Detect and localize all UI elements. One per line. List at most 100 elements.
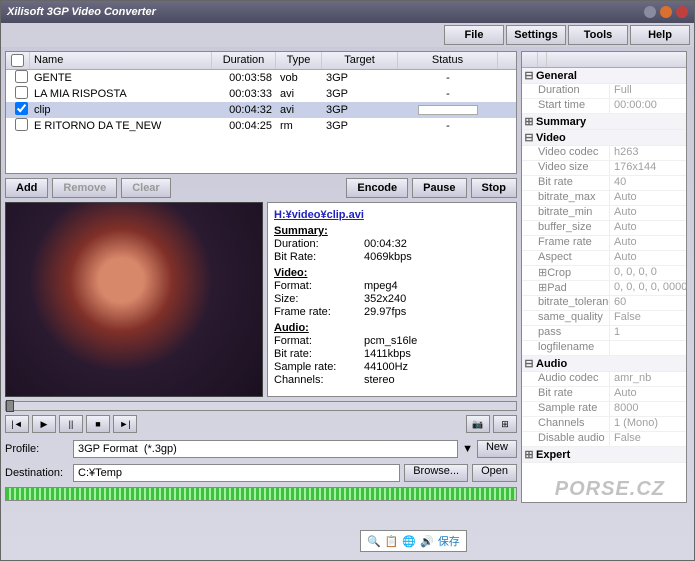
prop-row[interactable]: Bit rateAuto <box>522 387 686 402</box>
stop-media-button[interactable]: ■ <box>86 415 110 433</box>
prop-row[interactable]: bitrate_tolerance60 <box>522 296 686 311</box>
minimize-icon[interactable] <box>644 6 656 18</box>
cell-type: avi <box>276 103 322 117</box>
cell-duration: 00:03:33 <box>212 87 276 101</box>
file-list[interactable]: Name Duration Type Target Status GENTE 0… <box>5 51 517 174</box>
row-checkbox[interactable] <box>15 118 28 131</box>
next-button[interactable]: ►| <box>113 415 137 433</box>
prop-row[interactable]: logfilename <box>522 341 686 356</box>
menu-settings[interactable]: Settings <box>506 25 566 45</box>
prop-row[interactable]: ⊞Pad0, 0, 0, 0, 000000 <box>522 281 686 296</box>
row-checkbox[interactable] <box>15 86 28 99</box>
table-row[interactable]: GENTE 00:03:58 vob 3GP - <box>6 70 516 86</box>
toggle-icon[interactable]: ⊟ <box>522 69 536 82</box>
cell-type: vob <box>276 71 322 85</box>
cell-name: clip <box>30 103 212 117</box>
prop-group[interactable]: ⊞Expert <box>522 447 686 463</box>
encode-button[interactable]: Encode <box>346 178 408 198</box>
prop-group[interactable]: ⊞Summary <box>522 114 686 130</box>
prop-row[interactable]: Frame rateAuto <box>522 236 686 251</box>
menu-help[interactable]: Help <box>630 25 690 45</box>
cell-target: 3GP <box>322 119 398 133</box>
col-type[interactable]: Type <box>276 52 322 69</box>
prop-group[interactable]: ⊟Audio <box>522 356 686 372</box>
new-profile-button[interactable]: New <box>477 440 517 458</box>
seek-thumb[interactable] <box>6 400 14 412</box>
prop-row[interactable]: Start time00:00:00 <box>522 99 686 114</box>
info-video-label: Video: <box>274 267 510 279</box>
prop-row[interactable]: ⊞Crop0, 0, 0, 0 <box>522 266 686 281</box>
pause-button[interactable]: Pause <box>412 178 466 198</box>
cell-name: GENTE <box>30 71 212 85</box>
prop-group[interactable]: ⊟General <box>522 68 686 84</box>
col-target[interactable]: Target <box>322 52 398 69</box>
table-row[interactable]: LA MIA RISPOSTA 00:03:33 avi 3GP - <box>6 86 516 102</box>
toggle-icon[interactable]: ⊟ <box>522 131 536 144</box>
cell-duration: 00:04:25 <box>212 119 276 133</box>
prop-row[interactable]: pass1 <box>522 326 686 341</box>
col-duration[interactable]: Duration <box>212 52 276 69</box>
close-icon[interactable] <box>676 6 688 18</box>
titlebar[interactable]: Xilisoft 3GP Video Converter <box>1 1 694 23</box>
table-row[interactable]: clip 00:04:32 avi 3GP 70% <box>6 102 516 118</box>
toggle-icon[interactable]: ⊞ <box>522 115 536 128</box>
seek-bar[interactable] <box>5 401 517 411</box>
prop-row[interactable]: Audio codecamr_nb <box>522 372 686 387</box>
maximize-icon[interactable] <box>660 6 672 18</box>
menu-tools[interactable]: Tools <box>568 25 628 45</box>
prop-row[interactable]: buffer_sizeAuto <box>522 221 686 236</box>
info-summary-label: Summary: <box>274 225 510 237</box>
play-button[interactable]: ▶ <box>32 415 56 433</box>
expand-button[interactable]: ⊞ <box>493 415 517 433</box>
prop-row[interactable]: Sample rate8000 <box>522 402 686 417</box>
remove-button[interactable]: Remove <box>52 178 117 198</box>
video-preview <box>5 202 263 397</box>
cell-status: 70% <box>398 103 498 117</box>
dropdown-icon[interactable]: ▼ <box>462 443 473 455</box>
menu-file[interactable]: File <box>444 25 504 45</box>
prop-row[interactable]: Video codech263 <box>522 146 686 161</box>
app-window: Xilisoft 3GP Video Converter File Settin… <box>0 0 695 561</box>
select-all-checkbox[interactable] <box>11 54 24 67</box>
sound-icon: 🔊 <box>420 535 434 548</box>
col-status[interactable]: Status <box>398 52 498 69</box>
prop-row[interactable]: AspectAuto <box>522 251 686 266</box>
toggle-icon[interactable]: ⊞ <box>522 448 536 461</box>
destination-input[interactable] <box>73 464 400 482</box>
preview-image <box>6 203 262 396</box>
open-button[interactable]: Open <box>472 464 517 482</box>
row-checkbox[interactable] <box>15 70 28 83</box>
row-checkbox[interactable] <box>15 102 28 115</box>
cell-type: avi <box>276 87 322 101</box>
prop-row[interactable]: same_qualityFalse <box>522 311 686 326</box>
cell-status: - <box>398 119 498 133</box>
prop-row[interactable]: Video size176x144 <box>522 161 686 176</box>
info-audio-label: Audio: <box>274 322 510 334</box>
prop-row[interactable]: Channels1 (Mono) <box>522 417 686 432</box>
profile-label: Profile: <box>5 443 69 455</box>
prop-row[interactable]: DurationFull <box>522 84 686 99</box>
stop-button[interactable]: Stop <box>471 178 517 198</box>
prop-row[interactable]: bitrate_minAuto <box>522 206 686 221</box>
prev-button[interactable]: |◄ <box>5 415 29 433</box>
browse-button[interactable]: Browse... <box>404 464 468 482</box>
table-row[interactable]: E RITORNO DA TE_NEW 00:04:25 rm 3GP - <box>6 118 516 134</box>
cell-duration: 00:04:32 <box>212 103 276 117</box>
pause-media-button[interactable]: || <box>59 415 83 433</box>
prop-row[interactable]: Bit rate40 <box>522 176 686 191</box>
info-path: H:¥video¥clip.avi <box>274 209 510 221</box>
add-button[interactable]: Add <box>5 178 48 198</box>
profile-select[interactable] <box>73 440 458 458</box>
snapshot-button[interactable]: 📷 <box>466 415 490 433</box>
save-label: 保存 <box>438 533 460 549</box>
cell-target: 3GP <box>322 87 398 101</box>
prop-group[interactable]: ⊟Video <box>522 130 686 146</box>
cell-duration: 00:03:58 <box>212 71 276 85</box>
prop-row[interactable]: Disable audioFalse <box>522 432 686 447</box>
col-name[interactable]: Name <box>30 52 212 69</box>
toggle-icon[interactable]: ⊟ <box>522 357 536 370</box>
menubar: File Settings Tools Help <box>1 23 694 47</box>
clear-button[interactable]: Clear <box>121 178 171 198</box>
properties-panel[interactable]: ⊟GeneralDurationFullStart time00:00:00⊞S… <box>521 51 687 503</box>
prop-row[interactable]: bitrate_maxAuto <box>522 191 686 206</box>
